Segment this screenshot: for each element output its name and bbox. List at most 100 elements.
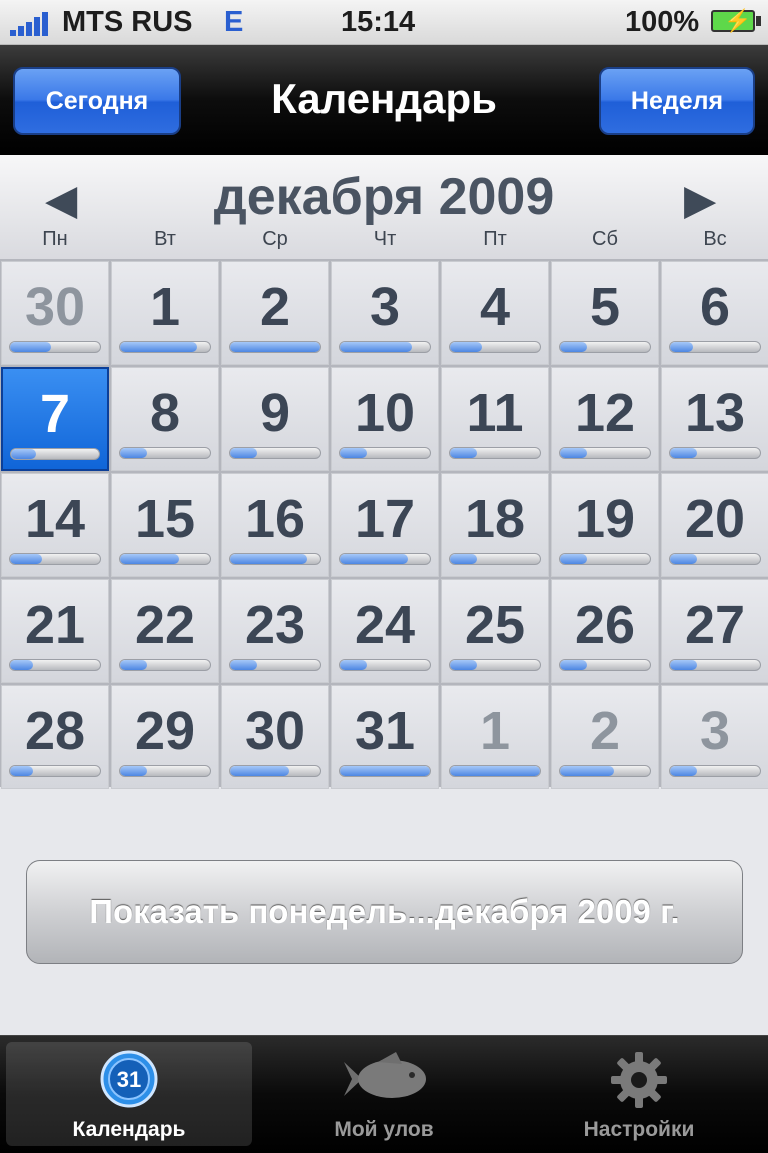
day-progress-fill [230,660,257,670]
day-number: 12 [574,383,636,443]
day-progress-fill [670,342,693,352]
day-number: 2 [259,277,291,337]
day-progress-fill [450,554,477,564]
tab-calendar[interactable]: 31 Календарь [6,1042,252,1146]
day-progress-fill [120,342,197,352]
fish-icon [338,1050,430,1113]
calendar-31-icon: 31 [100,1050,158,1113]
calendar-day[interactable]: 3 [331,261,439,365]
day-number: 2 [589,701,621,761]
calendar-day[interactable]: 3 [661,685,768,789]
next-month-arrow-icon[interactable]: ▶ [684,175,716,224]
day-progress-fill [560,766,614,776]
day-number: 24 [354,595,416,655]
weekday-label: Ср [262,228,288,250]
day-progress-bar [339,553,431,565]
day-progress-bar [119,447,211,459]
calendar-day[interactable]: 15 [111,473,219,577]
calendar-day[interactable]: 30 [1,261,109,365]
day-progress-fill [340,554,408,564]
day-progress-fill [120,660,147,670]
calendar-icon-text: 31 [117,1067,141,1092]
day-number: 9 [259,383,291,443]
tab-settings[interactable]: Настройки [516,1042,762,1146]
weekday-label: Чт [373,228,397,250]
day-number: 29 [134,701,196,761]
day-progress-fill [450,766,540,776]
calendar-day[interactable]: 9 [221,367,329,471]
calendar-day-selected[interactable]: 7 [1,367,109,471]
calendar-day[interactable]: 1 [111,261,219,365]
calendar-day[interactable]: 25 [441,579,549,683]
day-progress-bar [669,659,761,671]
day-progress-bar [9,765,101,777]
calendar-day[interactable]: 19 [551,473,659,577]
week-button[interactable]: Неделя [599,67,755,135]
calendar-day[interactable]: 31 [331,685,439,789]
calendar-day[interactable]: 30 [221,685,329,789]
calendar-day[interactable]: 12 [551,367,659,471]
day-progress-fill [120,448,147,458]
day-progress-fill [230,342,320,352]
day-progress-fill [120,554,179,564]
day-progress-fill [670,448,697,458]
calendar-day[interactable]: 29 [111,685,219,789]
calendar-day[interactable]: 18 [441,473,549,577]
calendar-day[interactable]: 4 [441,261,549,365]
calendar-day[interactable]: 6 [661,261,768,365]
day-number: 19 [574,489,636,549]
day-progress-bar [9,659,101,671]
calendar-day[interactable]: 28 [1,685,109,789]
day-number: 10 [354,383,416,443]
calendar-day[interactable]: 5 [551,261,659,365]
calendar-day[interactable]: 16 [221,473,329,577]
calendar-day[interactable]: 17 [331,473,439,577]
day-progress-fill [230,448,257,458]
day-progress-bar [559,659,651,671]
calendar-day[interactable]: 2 [221,261,329,365]
calendar-day[interactable]: 1 [441,685,549,789]
calendar-day[interactable]: 24 [331,579,439,683]
weekday-label: Вт [154,228,176,250]
day-progress-bar [669,447,761,459]
day-number: 15 [134,489,196,549]
day-number: 25 [464,595,526,655]
day-progress-fill [560,660,587,670]
day-progress-bar [669,553,761,565]
calendar-day[interactable]: 8 [111,367,219,471]
day-progress-fill [230,766,289,776]
show-week-button[interactable]: Показать понедель...декабря 2009 г. [26,860,743,964]
weekday-label: Пт [483,228,507,250]
day-number: 13 [684,383,746,443]
day-progress-fill [450,448,477,458]
day-progress-bar [9,341,101,353]
calendar-day[interactable]: 27 [661,579,768,683]
day-progress-bar [449,341,541,353]
calendar-day[interactable]: 14 [1,473,109,577]
tab-my-catch[interactable]: Мой улов [261,1042,507,1146]
calendar-day[interactable]: 22 [111,579,219,683]
day-number: 6 [699,277,731,337]
day-progress-bar [119,553,211,565]
calendar-day[interactable]: 11 [441,367,549,471]
day-number: 20 [684,489,746,549]
day-progress-fill [560,554,587,564]
day-progress-fill [670,660,697,670]
status-bar: MTS RUS E 15:14 100% ⚡ [0,0,768,45]
day-number: 17 [354,489,416,549]
calendar-day[interactable]: 13 [661,367,768,471]
calendar-day[interactable]: 10 [331,367,439,471]
day-progress-bar [559,447,651,459]
calendar-day[interactable]: 21 [1,579,109,683]
day-progress-fill [560,342,587,352]
day-progress-bar [669,341,761,353]
day-progress-bar [229,447,321,459]
calendar-day[interactable]: 2 [551,685,659,789]
calendar-grid: 30 1 2 3 4 5 6 7 8 9 10 11 12 13 14 15 16 17 18 19 20 21 22 23 2… [0,259,768,789]
calendar-day[interactable]: 20 [661,473,768,577]
battery-percent: 100% [625,6,700,38]
day-progress-bar [449,765,541,777]
calendar-day[interactable]: 23 [221,579,329,683]
day-number: 11 [466,383,524,443]
calendar-day[interactable]: 26 [551,579,659,683]
